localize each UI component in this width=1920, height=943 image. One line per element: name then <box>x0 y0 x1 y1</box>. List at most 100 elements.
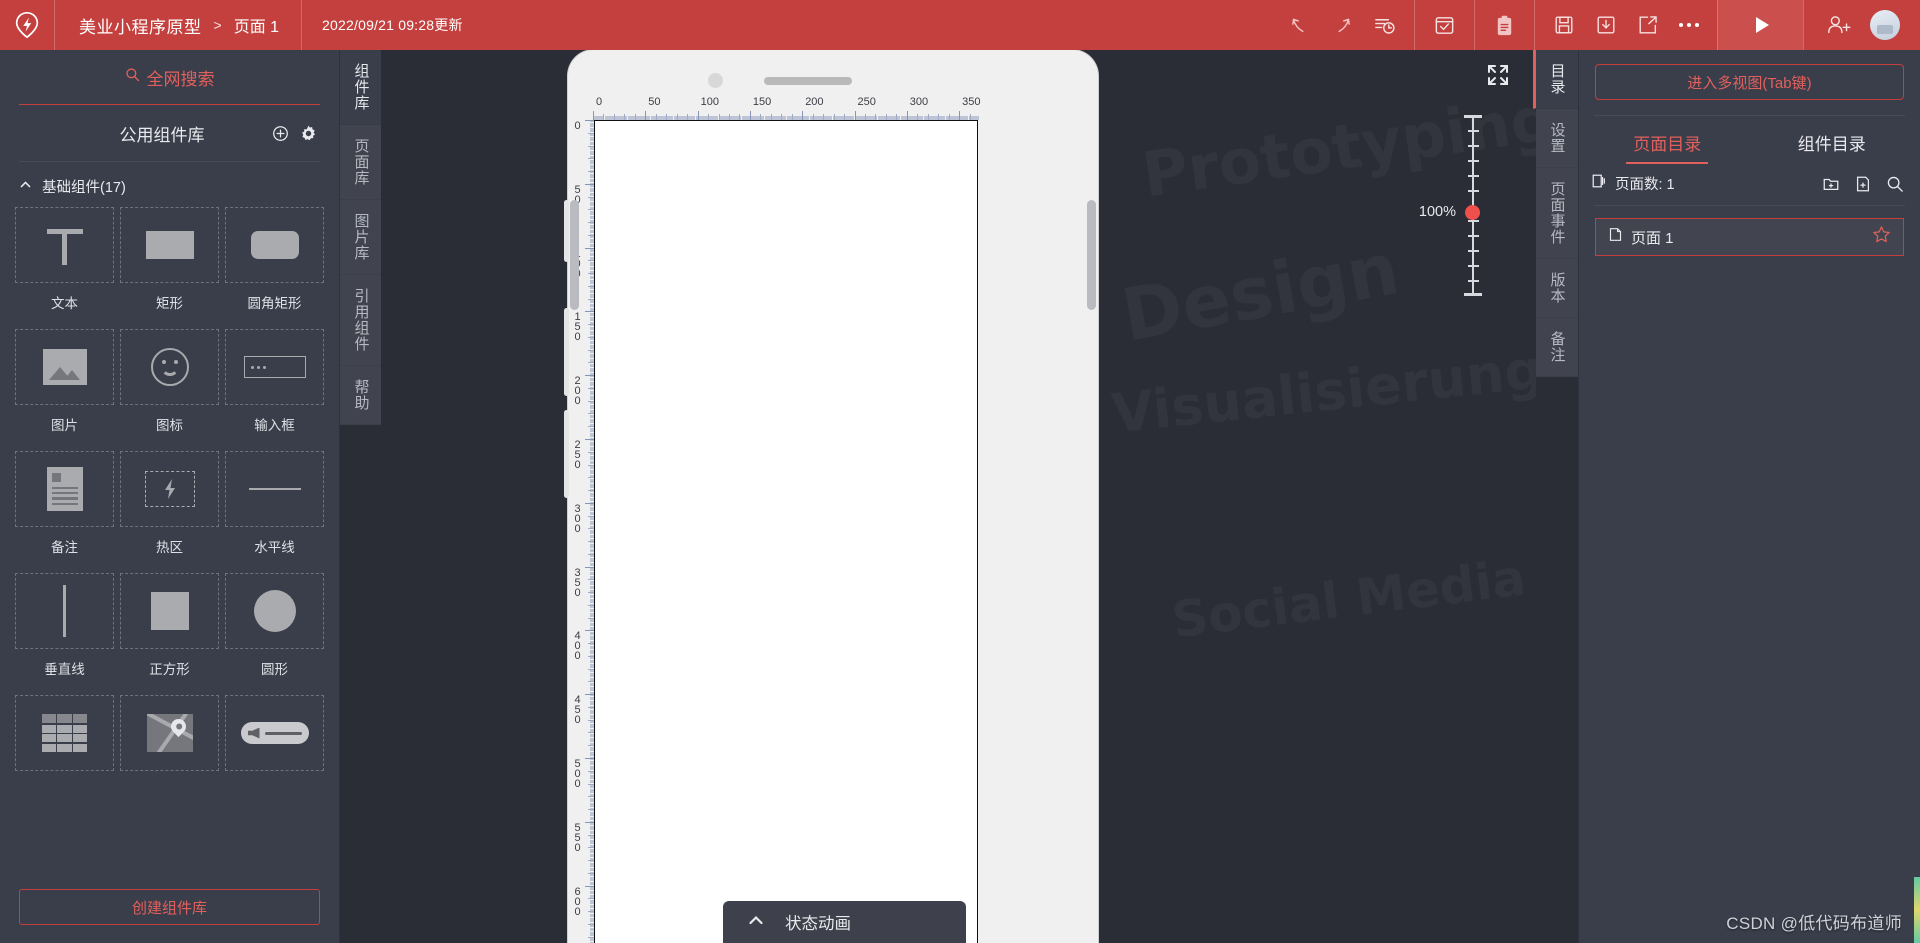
table-icon[interactable] <box>15 695 114 771</box>
search-icon[interactable] <box>1886 175 1904 193</box>
vertical-line-icon[interactable] <box>15 573 114 649</box>
left-panel: 全网搜索 公用组件库 基础组件(17) 文本 矩形 圆角矩形 图片 图标 输入框… <box>0 50 340 943</box>
share-icon[interactable] <box>1637 14 1659 36</box>
component-item-icon[interactable]: 图标 <box>120 329 219 451</box>
rounded-rectangle-icon[interactable] <box>225 207 324 283</box>
canvas-scrollbar-vertical[interactable] <box>1087 200 1096 310</box>
component-item-image[interactable]: 图片 <box>15 329 114 451</box>
tab-component-library[interactable]: 组件库 <box>340 50 385 125</box>
fullscreen-icon[interactable] <box>1485 62 1511 93</box>
project-name[interactable]: 美业小程序原型 <box>79 13 202 38</box>
ruler-label: 250 <box>574 439 581 471</box>
component-item-note[interactable]: 备注 <box>15 451 114 573</box>
tab-image-library[interactable]: 图片库 <box>340 200 382 275</box>
canvas-scrollbar-left[interactable] <box>570 200 579 310</box>
right-panel: 进入多视图(Tab键) 页面目录 组件目录 页面数: 1 页面 1 <box>1578 50 1920 943</box>
hotspot-icon[interactable] <box>120 451 219 527</box>
create-library-button[interactable]: 创建组件库 <box>19 889 320 925</box>
page-list-item[interactable]: 页面 1 <box>1595 218 1904 256</box>
smiley-icon[interactable] <box>120 329 219 405</box>
page-count-row: 页面数: 1 <box>1579 164 1920 194</box>
horizontal-ruler[interactable]: 0 50 100 150 200 250 300 350 <box>593 96 981 120</box>
component-item-slider[interactable] <box>225 695 324 771</box>
component-item-circle[interactable]: 圆形 <box>225 573 324 695</box>
square-icon[interactable] <box>120 573 219 649</box>
ruler-label: 350 <box>962 96 981 108</box>
map-icon[interactable] <box>120 695 219 771</box>
add-user-icon[interactable] <box>1826 13 1854 37</box>
horizontal-line-icon[interactable] <box>225 451 324 527</box>
input-field-icon[interactable] <box>225 329 324 405</box>
component-item-horizontal-line[interactable]: 水平线 <box>225 451 324 573</box>
tab-referenced-components[interactable]: 引用组件 <box>340 275 382 366</box>
component-group-header[interactable]: 基础组件(17) <box>0 162 339 207</box>
status-animation-panel[interactable]: 状态动画 <box>723 901 966 943</box>
image-icon[interactable] <box>15 329 114 405</box>
download-icon[interactable] <box>1595 14 1617 36</box>
save-icon[interactable] <box>1553 14 1575 36</box>
gear-icon[interactable] <box>300 125 317 142</box>
history-icon[interactable] <box>1373 14 1396 37</box>
favorite-star-icon[interactable] <box>1872 225 1891 249</box>
tab-component-directory[interactable]: 组件目录 <box>1750 116 1915 164</box>
component-item-square[interactable]: 正方形 <box>120 573 219 695</box>
component-item-map[interactable] <box>120 695 219 771</box>
redo-icon[interactable] <box>1331 14 1353 36</box>
tab-help[interactable]: 帮助 <box>340 366 382 425</box>
page-icon <box>1608 227 1623 247</box>
circle-icon[interactable] <box>225 573 324 649</box>
global-search-button[interactable]: 全网搜索 <box>0 50 339 104</box>
ruler-label: 150 <box>752 96 772 108</box>
zoom-slider-handle[interactable] <box>1465 205 1480 220</box>
plus-circle-icon[interactable] <box>272 125 289 142</box>
search-icon <box>125 67 140 87</box>
ruler-label: 0 <box>596 96 603 108</box>
preview-play-icon[interactable] <box>1717 0 1803 50</box>
page-count-label: 页面数: 1 <box>1615 177 1675 193</box>
rectangle-icon[interactable] <box>120 207 219 283</box>
clipboard-group <box>1474 0 1534 50</box>
artboard[interactable] <box>594 120 978 943</box>
component-item-text[interactable]: 文本 <box>15 207 114 329</box>
library-actions <box>272 125 317 142</box>
phone-frame: 0 50 100 150 200 250 300 350 0 50 100 150 200 250 300… <box>564 50 1098 943</box>
enter-multiview-button[interactable]: 进入多视图(Tab键) <box>1595 64 1904 100</box>
slider-icon[interactable] <box>225 695 324 771</box>
page-list-item-label: 页面 1 <box>1631 229 1674 247</box>
avatar[interactable] <box>1870 10 1900 40</box>
component-label: 正方形 <box>149 662 190 677</box>
canvas-area[interactable]: Prototyping Design Visualisierung Social… <box>381 50 1536 943</box>
component-item-table[interactable] <box>15 695 114 771</box>
text-icon[interactable] <box>15 207 114 283</box>
component-item-rounded-rectangle[interactable]: 圆角矩形 <box>225 207 324 329</box>
undo-icon[interactable] <box>1289 14 1311 36</box>
zoom-slider-cap-top <box>1464 115 1482 118</box>
breadcrumb: 美业小程序原型 > 页面 1 <box>55 0 303 50</box>
tab-notes[interactable]: 备注 <box>1536 318 1578 377</box>
tab-settings[interactable]: 设置 <box>1536 109 1578 168</box>
component-item-rectangle[interactable]: 矩形 <box>120 207 219 329</box>
tab-page-directory[interactable]: 页面目录 <box>1585 116 1750 164</box>
component-item-input[interactable]: 输入框 <box>225 329 324 451</box>
more-icon[interactable] <box>1679 23 1699 27</box>
checkbox-review-icon[interactable] <box>1433 14 1456 37</box>
new-page-icon[interactable] <box>1854 175 1872 193</box>
component-item-hotspot[interactable]: 热区 <box>120 451 219 573</box>
tab-version[interactable]: 版本 <box>1536 259 1578 318</box>
clipboard-icon[interactable] <box>1493 14 1516 37</box>
tab-page-library[interactable]: 页面库 <box>340 125 382 200</box>
current-page-name[interactable]: 页面 1 <box>234 13 279 37</box>
zoom-tick <box>1468 250 1479 252</box>
new-folder-icon[interactable] <box>1822 175 1840 193</box>
tab-page-events[interactable]: 页面事件 <box>1536 168 1578 259</box>
app-logo[interactable] <box>0 0 55 50</box>
pages-icon <box>1591 173 1607 194</box>
component-item-vertical-line[interactable]: 垂直线 <box>15 573 114 695</box>
tab-directory[interactable]: 目录 <box>1533 50 1578 109</box>
background-watermark: Social Media <box>1168 548 1529 650</box>
component-label: 图标 <box>156 418 183 433</box>
note-icon[interactable] <box>15 451 114 527</box>
background-watermark: Design <box>1115 226 1406 358</box>
ruler-label: 500 <box>574 758 581 790</box>
ruler-label: 600 <box>574 885 581 918</box>
